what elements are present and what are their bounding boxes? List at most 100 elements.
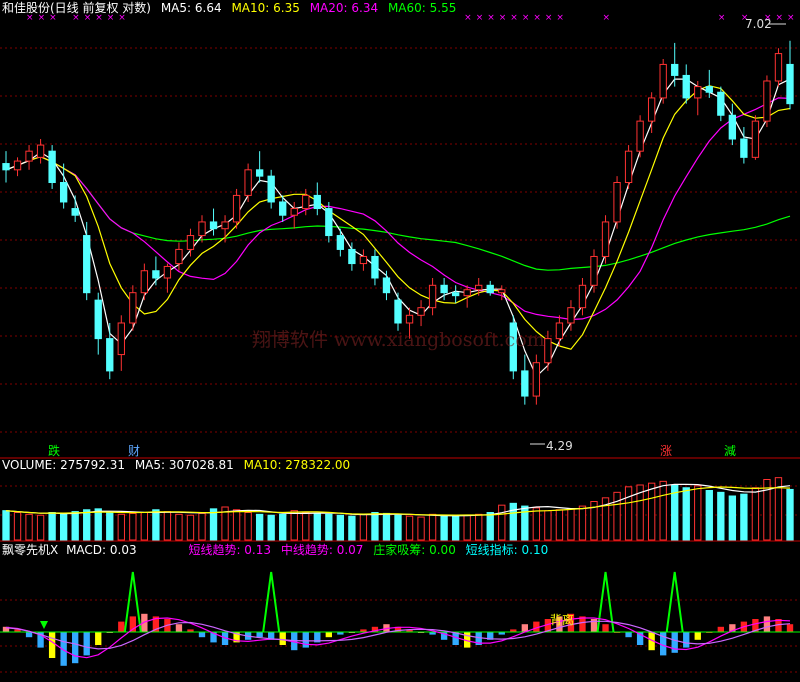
candle-body [232, 194, 241, 223]
volume-bar [451, 515, 460, 541]
macd-bar [118, 621, 125, 632]
event-marker-zhang: 涨 [660, 443, 672, 458]
candle-body [59, 182, 68, 203]
macd-bar [694, 632, 701, 640]
macd-bar [72, 632, 79, 664]
signal-x-mark: × [487, 13, 495, 23]
candle-body [348, 248, 356, 265]
volume-bar [694, 485, 702, 541]
high-price-label: 7.02 [745, 17, 772, 31]
volume-bar [751, 487, 760, 541]
volume-bar [532, 507, 541, 541]
candle-body [475, 284, 483, 291]
candle-body [267, 175, 275, 203]
macd-bar [763, 616, 771, 632]
macd-bar [325, 632, 332, 638]
volume-bar [267, 514, 275, 541]
volume-bar [71, 511, 79, 541]
macd-bar [683, 632, 690, 648]
macd-bar [625, 632, 632, 638]
macd-bar [83, 632, 90, 656]
candle-body [255, 169, 264, 177]
macd-bar [602, 624, 609, 632]
volume-bar [728, 495, 737, 541]
signal-x-mark: × [556, 13, 564, 23]
candle-body [532, 362, 541, 397]
volume-bar [359, 513, 368, 541]
volume-bar [325, 513, 333, 541]
volume-bar [440, 514, 448, 541]
signal-x-mark: × [545, 13, 553, 23]
volume-bar [336, 514, 345, 541]
signal-x-mark: × [522, 13, 530, 23]
macd-bar [175, 624, 183, 632]
low-price-label: 4.29 [546, 439, 573, 453]
volume-bar [544, 510, 552, 541]
signal-x-mark: × [603, 13, 611, 23]
candle-body [106, 338, 114, 372]
volume-bar [555, 509, 564, 541]
volume-bar [717, 491, 725, 541]
candle-body [382, 277, 391, 294]
volume-bar [405, 515, 414, 541]
candle-body [555, 322, 564, 340]
macd-bar [25, 632, 33, 638]
volume-bar [117, 513, 125, 541]
volume-bar [647, 482, 656, 541]
volume-bar [578, 505, 587, 541]
volume-bar [371, 512, 379, 541]
candle-body [740, 138, 748, 158]
volume-bar [509, 502, 517, 541]
candle-body [336, 235, 345, 250]
volume-bar [255, 513, 264, 541]
candle-body [440, 284, 448, 294]
candle-body [521, 370, 529, 397]
candle-body [590, 255, 598, 286]
volume-bar [498, 504, 506, 541]
candle-body [359, 255, 368, 265]
event-marker-jian: 減 [724, 443, 736, 458]
signal-x-mark: × [464, 13, 472, 23]
signal-x-mark: × [787, 13, 795, 23]
candle-body [290, 208, 298, 216]
event-marker-cai: 财 [128, 444, 140, 458]
short-trend-value: 短线趋势: 0.13 [188, 543, 271, 557]
candle-body [313, 194, 321, 210]
volume-bar [475, 513, 483, 541]
volume-bar [279, 513, 287, 541]
macd-bar [256, 632, 263, 638]
candle-body [763, 80, 771, 122]
volume-bar [567, 508, 575, 541]
candle-body [486, 284, 494, 294]
mid-trend-value: 中线趋势: 0.07 [281, 542, 364, 557]
stock-name: 和佳股份(日线 前复权 对数) [2, 0, 151, 15]
macd-bar [302, 632, 309, 648]
candle-body [198, 221, 206, 237]
candle-body [13, 160, 22, 171]
volume-bar [209, 508, 218, 541]
ma10-value: MA10: 6.35 [231, 1, 299, 15]
zhuang-value: 庄家吸筹: 0.00 [373, 542, 456, 557]
signal-x-mark: × [718, 13, 726, 23]
candle-body [544, 338, 552, 364]
candle-body [463, 289, 471, 297]
volume-ma10: MA10: 278322.00 [244, 458, 351, 472]
volume-bar [106, 512, 114, 541]
volume-bar [463, 514, 471, 541]
candle-body [279, 201, 287, 216]
candle-body [451, 292, 460, 297]
candle-body [394, 299, 402, 324]
event-marker-die: 跌 [48, 443, 60, 458]
ma5-value: MA5: 6.64 [161, 1, 222, 15]
ma20-value: MA20: 6.34 [310, 1, 378, 15]
volume-bar [244, 512, 252, 541]
candle-body [371, 255, 379, 279]
candle-body [152, 270, 160, 279]
watermark: 翔博软件 www.xiangbosoft.com [252, 329, 545, 351]
candle-body [2, 163, 10, 171]
candle-body [774, 53, 783, 82]
candle-body [302, 194, 310, 210]
volume-bar [129, 512, 137, 541]
signal-x-mark: × [533, 13, 541, 23]
candle-body [567, 307, 575, 324]
